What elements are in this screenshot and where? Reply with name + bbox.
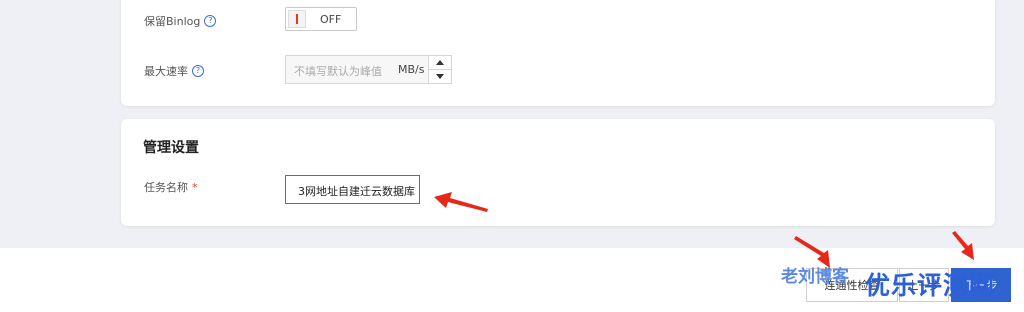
max-rate-label-row: 最大速率 ? xyxy=(144,63,204,79)
caret-down-icon xyxy=(436,74,444,79)
max-rate-unit: MB/s xyxy=(398,63,425,76)
binlog-label: 保留Binlog xyxy=(144,15,201,28)
task-name-label-row: 任务名称 * xyxy=(144,179,198,195)
watermark-text: 老刘博客 xyxy=(781,267,849,287)
required-mark: * xyxy=(192,180,198,194)
binlog-toggle[interactable]: OFF xyxy=(285,7,357,31)
binlog-label-row: 保留Binlog ? xyxy=(144,13,217,29)
max-rate-label: 最大速率 xyxy=(144,65,188,78)
max-rate-placeholder: 不填写默认为峰值 xyxy=(294,65,382,78)
section-title: 管理设置 xyxy=(143,140,199,156)
sync-settings-card xyxy=(121,0,995,106)
task-name-value: 3网地址自建迁云数据库 xyxy=(298,185,415,198)
rate-stepper xyxy=(428,56,451,83)
task-name-label: 任务名称 xyxy=(144,181,188,194)
toggle-state-text: OFF xyxy=(320,13,342,26)
watermark-logo-text: 优乐评测网 xyxy=(865,271,996,300)
stepper-up-button[interactable] xyxy=(429,56,451,70)
max-rate-input[interactable]: 不填写默认为峰值 MB/s xyxy=(285,55,452,84)
stepper-down-button[interactable] xyxy=(429,70,451,83)
task-name-input[interactable]: 3网地址自建迁云数据库 xyxy=(285,175,420,204)
toggle-knob xyxy=(288,10,306,28)
question-circle-icon[interactable]: ? xyxy=(192,65,204,77)
caret-up-icon xyxy=(436,60,444,65)
question-circle-icon[interactable]: ? xyxy=(204,15,217,27)
management-settings-card xyxy=(121,119,995,226)
